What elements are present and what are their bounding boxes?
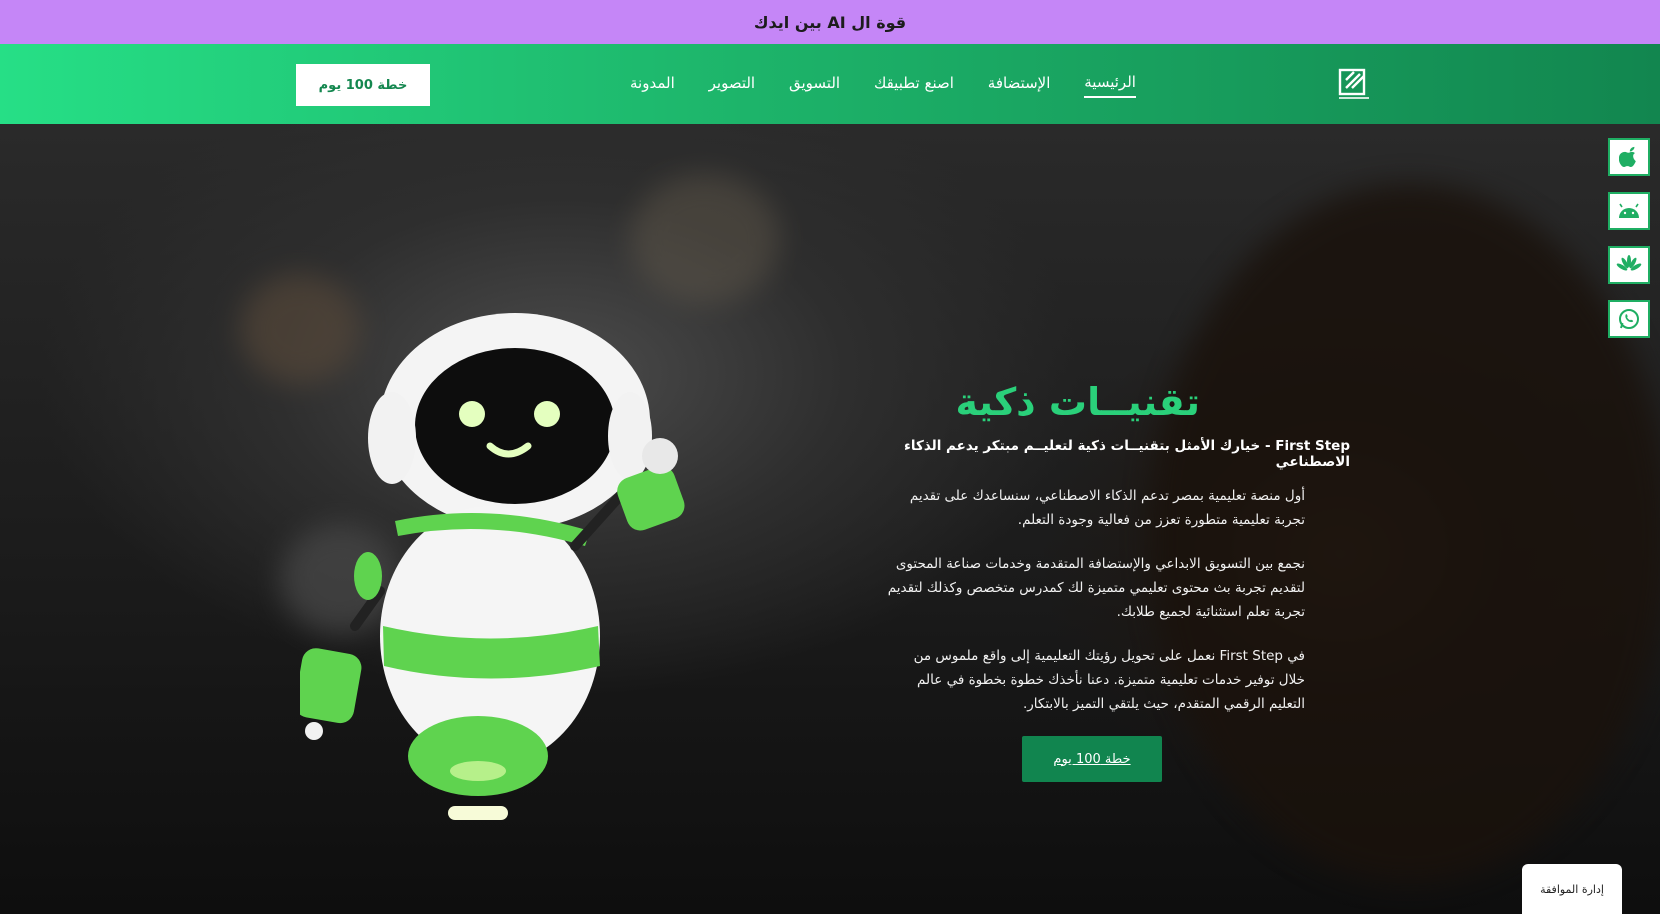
- nav-link-photography[interactable]: التصوير: [709, 74, 755, 97]
- bg-blur-shape: [630, 174, 780, 304]
- whatsapp-icon[interactable]: [1608, 300, 1650, 338]
- announcement-bar: قوة ال AI بين ايدك: [0, 0, 1660, 44]
- huawei-icon[interactable]: [1608, 246, 1650, 284]
- nav-link-blog[interactable]: المدونة: [630, 74, 675, 97]
- hero-title: تقنيــات ذكية: [955, 380, 1200, 424]
- hero-paragraph: في First Step نعمل على تحويل رؤيتك التعل…: [913, 648, 1305, 712]
- plan-100-days-button-hero[interactable]: خطة 100 يوم: [1022, 736, 1162, 782]
- announcement-text: قوة ال AI بين ايدك: [753, 12, 907, 32]
- nav-links: الرئيسية الإستضافة اصنع تطبيقك التسويق ا…: [630, 70, 1136, 100]
- nav-link-build-app[interactable]: اصنع تطبيقك: [874, 74, 954, 97]
- hero-subtitle: First Step - خيارك الأمثل بتقنيــات ذكية…: [904, 438, 1350, 470]
- nav-link-home[interactable]: الرئيسية: [1084, 73, 1136, 98]
- apple-icon[interactable]: [1608, 138, 1650, 176]
- first-step-logo[interactable]: [1338, 68, 1370, 102]
- hero-text-block: تقنيــات ذكية First Step - خيارك الأمثل …: [830, 380, 1350, 716]
- robot-mascot-illustration: [300, 313, 685, 820]
- hero-paragraph: أول منصة تعليمية بمصر تدعم الذكاء الاصطن…: [909, 488, 1305, 528]
- nav-link-marketing[interactable]: التسويق: [789, 74, 840, 97]
- side-store-icons: [1608, 138, 1650, 354]
- hero-paragraph: نجمع بين التسويق الابداعي والإستضافة الم…: [887, 556, 1305, 620]
- plan-100-days-button-header[interactable]: خطة 100 يوم: [296, 64, 430, 106]
- android-icon[interactable]: [1608, 192, 1650, 230]
- main-navbar: الرئيسية الإستضافة اصنع تطبيقك التسويق ا…: [0, 44, 1660, 124]
- consent-management-button[interactable]: إدارة الموافقة: [1522, 864, 1622, 914]
- nav-link-hosting[interactable]: الإستضافة: [988, 74, 1051, 97]
